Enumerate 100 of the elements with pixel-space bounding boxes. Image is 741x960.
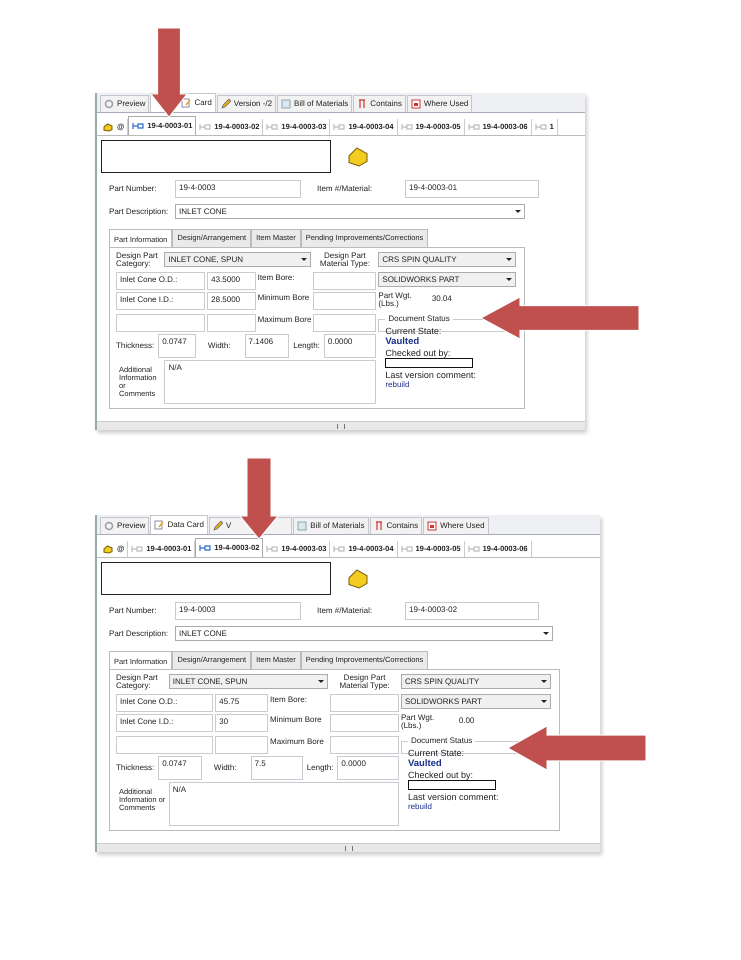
field-label: Width: — [214, 762, 237, 774]
input-field[interactable]: 0.0747 — [158, 756, 202, 780]
bracket-icon — [468, 545, 480, 553]
status-label: Current State: — [385, 326, 442, 337]
field-label: Inlet Cone O.D.: — [116, 272, 206, 290]
dropdown[interactable]: INLET CONE, SPUN — [168, 674, 328, 690]
field-label: Maximum Bore — [270, 736, 325, 748]
input-field[interactable] — [313, 272, 376, 290]
input-field[interactable]: 30 — [215, 714, 268, 732]
comment-link[interactable]: rebuild — [385, 380, 410, 390]
field-label: Maximum Bore — [258, 314, 312, 326]
input-field[interactable] — [313, 314, 376, 332]
view-tab[interactable]: Preview — [100, 95, 150, 112]
status-label: Checked out by: — [385, 348, 452, 358]
dropdown[interactable]: SOLIDWORKS PART — [400, 694, 551, 710]
bracket-icon — [333, 123, 346, 131]
status-value: Vaulted — [408, 758, 443, 770]
input-field[interactable] — [313, 292, 376, 310]
status-label: Last version comment: — [385, 370, 477, 380]
bracket-icon — [199, 544, 212, 552]
input-field[interactable] — [330, 694, 399, 712]
view-tab[interactable]: Data Card — [150, 515, 208, 534]
dropdown[interactable]: CRS SPIN QUALITY — [400, 674, 551, 690]
document-icon — [410, 99, 421, 109]
group-title: Document Status — [408, 736, 476, 746]
input-field[interactable] — [116, 314, 206, 332]
input-field[interactable]: 0.0000 — [337, 756, 399, 780]
bracket-icon — [400, 545, 413, 553]
input-field[interactable]: 0.0000 — [324, 334, 376, 358]
input-field[interactable] — [215, 736, 268, 754]
field-label: Part Description: — [109, 206, 170, 218]
caret-icon — [506, 258, 512, 262]
field-label: Thickness: — [116, 762, 154, 774]
view-tab[interactable]: Contains — [353, 95, 406, 112]
field-label: Inlet Cone I.D.: — [116, 292, 206, 310]
view-tab[interactable]: Preview — [100, 517, 150, 534]
document-icon — [427, 521, 438, 531]
input-field[interactable]: 45.75 — [215, 694, 268, 712]
pencil-icon — [220, 99, 231, 109]
status-value: Vaulted — [385, 336, 420, 348]
dropdown[interactable]: INLET CONE — [175, 204, 525, 219]
caret-icon — [318, 680, 324, 684]
field-label: Item #/Material: — [317, 183, 374, 195]
input-field[interactable] — [116, 736, 214, 754]
block-icon — [102, 122, 114, 132]
field-label: Design Part Material Type: — [338, 674, 391, 692]
dropdown[interactable]: SOLIDWORKS PART — [378, 272, 516, 288]
bracket-icon — [468, 123, 480, 131]
input-field[interactable]: 19-4-0003-01 — [405, 180, 539, 198]
bracket-icon — [333, 545, 346, 553]
dropdown[interactable]: INLET CONE — [175, 626, 553, 641]
caret-icon — [541, 700, 547, 704]
comment-link[interactable]: rebuild — [408, 802, 432, 812]
scroll-bar[interactable] — [97, 843, 600, 852]
input-field[interactable]: 43.5000 — [207, 272, 256, 290]
block-icon — [347, 568, 369, 590]
input-field[interactable]: 19-4-0003 — [175, 602, 301, 620]
view-tab[interactable]: Bill of Materials — [277, 95, 352, 112]
dropdown[interactable]: CRS SPIN QUALITY — [378, 252, 516, 268]
field-label: Length: — [306, 762, 334, 774]
caret-icon — [515, 210, 521, 213]
bracket-icon — [534, 123, 547, 131]
input-field[interactable]: 7.1406 — [244, 334, 290, 358]
input-field[interactable]: 7.5 — [250, 756, 303, 780]
field-label: Inlet Cone I.D.: — [116, 714, 214, 732]
input-field[interactable] — [330, 736, 399, 754]
input-field[interactable]: 0.0747 — [158, 334, 196, 358]
input-field[interactable]: 28.5000 — [207, 292, 256, 310]
field-label: Part Wgt. (Lbs.) — [400, 714, 436, 732]
field-label: Part Wgt. (Lbs.) — [378, 292, 413, 310]
hierarchy-icon — [357, 99, 368, 109]
field-label: Width: — [208, 340, 231, 352]
dropdown[interactable]: INLET CONE, SPUN — [164, 252, 312, 268]
input-field[interactable] — [330, 714, 399, 732]
field-label: Design Part Category: — [116, 674, 159, 692]
input-field[interactable] — [207, 314, 256, 332]
document-icon — [297, 521, 308, 531]
field-label: Item Bore: — [258, 272, 296, 284]
caret-icon — [541, 680, 547, 684]
pencil-icon — [212, 521, 223, 531]
view-tab[interactable]: Where Used — [423, 517, 489, 534]
field-label: Item #/Material: — [317, 605, 374, 617]
view-tab[interactable]: Where Used — [406, 95, 472, 112]
field-label: Minimum Bore — [258, 292, 310, 304]
field-label: Part Description: — [109, 628, 170, 640]
status-label: Current State: — [408, 748, 465, 759]
notepad-icon — [154, 520, 164, 530]
bracket-icon — [266, 123, 278, 131]
view-tab[interactable]: Contains — [370, 517, 422, 534]
bracket-icon — [132, 122, 144, 130]
input-field[interactable]: 19-4-0003 — [175, 180, 301, 198]
input-field[interactable]: N/A — [164, 360, 376, 404]
scroll-bar[interactable] — [97, 421, 585, 430]
view-tab[interactable]: Version -/2 — [216, 95, 276, 112]
caret-icon — [506, 278, 512, 282]
input-field[interactable]: 19-4-0003-02 — [405, 602, 539, 620]
view-tab[interactable]: Bill of Materials — [293, 517, 369, 534]
field-label: Thickness: — [116, 340, 154, 352]
input-field[interactable]: N/A — [168, 782, 399, 826]
status-label: Last version comment: — [408, 792, 500, 802]
